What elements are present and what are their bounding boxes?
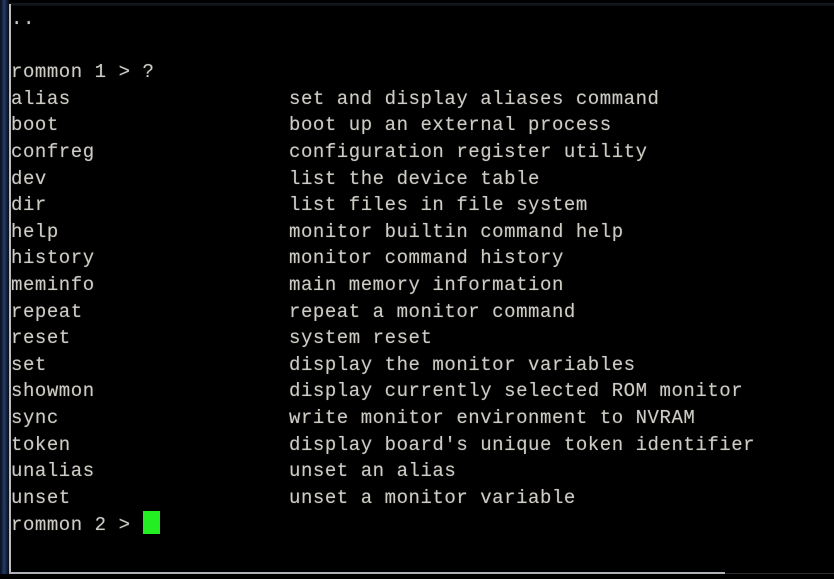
help-entry-description: main memory information: [289, 273, 564, 296]
help-entry-row: unset unset a monitor variable: [11, 485, 834, 512]
help-entry-row: token display board's unique token identi…: [11, 432, 834, 459]
help-entry-description: monitor builtin command help: [289, 220, 624, 243]
help-entry-row: repeat repeat a monitor command: [11, 299, 834, 326]
scrollback-indicator: ..: [11, 8, 35, 30]
help-entry-command: token: [11, 433, 71, 456]
help-entry-description: list the device table: [289, 167, 540, 190]
help-entry-command: unset: [11, 486, 71, 509]
help-entry-command: help: [11, 220, 59, 243]
help-entry-command: confreg: [11, 140, 95, 163]
help-entry-command: meminfo: [11, 273, 95, 296]
help-entry-description: boot up an external process: [289, 114, 612, 137]
help-entry-command: repeat: [11, 300, 83, 323]
help-entry-row: sync write monitor environment to NVRAM: [11, 405, 834, 432]
help-entry-description: system reset: [289, 327, 433, 350]
help-entry-description: list files in file system: [289, 194, 588, 217]
help-entry-row: meminfo main memory information: [11, 272, 834, 299]
help-entry-description: set and display aliases command: [289, 87, 660, 110]
help-entry-row: confreg configuration register utility: [11, 139, 834, 166]
terminal-prompt-line: rommon 1 > ?: [11, 61, 155, 84]
text-cursor: [143, 511, 161, 535]
terminal-screen[interactable]: .. rommon 1 > ? alias set and display alia…: [11, 6, 834, 572]
help-entry-description: display the monitor variables: [289, 353, 636, 376]
help-entry-description: display board's unique token identifier: [289, 433, 756, 456]
help-entry-command: dev: [11, 167, 47, 190]
help-entry-description: configuration register utility: [289, 140, 648, 163]
help-entry-command: alias: [11, 87, 71, 110]
help-entry-row: showmon display currently selected ROM mo…: [11, 378, 834, 405]
help-entry-description: unset a monitor variable: [289, 486, 576, 509]
help-entry-row: unalias unset an alias: [11, 458, 834, 485]
help-entry-row: history monitor command history: [11, 245, 834, 272]
help-entry-command: history: [11, 247, 95, 270]
help-entry-command: set: [11, 353, 47, 376]
prompt-label: rommon 2 >: [11, 514, 143, 537]
terminal-window[interactable]: .. rommon 1 > ? alias set and display alia…: [0, 0, 834, 579]
help-entry-command: boot: [11, 114, 59, 137]
help-entry-row: boot boot up an external process: [11, 112, 834, 139]
help-entry-row: set display the monitor variables: [11, 352, 834, 379]
help-entry-description: write monitor environment to NVRAM: [289, 406, 696, 429]
help-entry-row: dir list files in file system: [11, 192, 834, 219]
help-entry-command: unalias: [11, 460, 95, 483]
help-entry-row: reset system reset: [11, 325, 834, 352]
window-left-gutter: [0, 0, 9, 579]
terminal-active-prompt[interactable]: rommon 2 >: [11, 511, 834, 538]
help-entry-row: alias set and display aliases command: [11, 86, 834, 113]
help-entry-description: monitor command history: [289, 247, 564, 270]
help-entry-description: repeat a monitor command: [289, 300, 576, 323]
help-entry-command: showmon: [11, 380, 95, 403]
help-entry-description: display currently selected ROM monitor: [289, 380, 744, 403]
help-entry-command: sync: [11, 406, 59, 429]
help-entry-row: dev list the device table: [11, 166, 834, 193]
help-entry-row: help monitor builtin command help: [11, 219, 834, 246]
window-bottom-shadow: [0, 574, 834, 579]
help-entry-command: dir: [11, 194, 47, 217]
help-entry-description: unset an alias: [289, 460, 457, 483]
help-entry-command: reset: [11, 327, 71, 350]
